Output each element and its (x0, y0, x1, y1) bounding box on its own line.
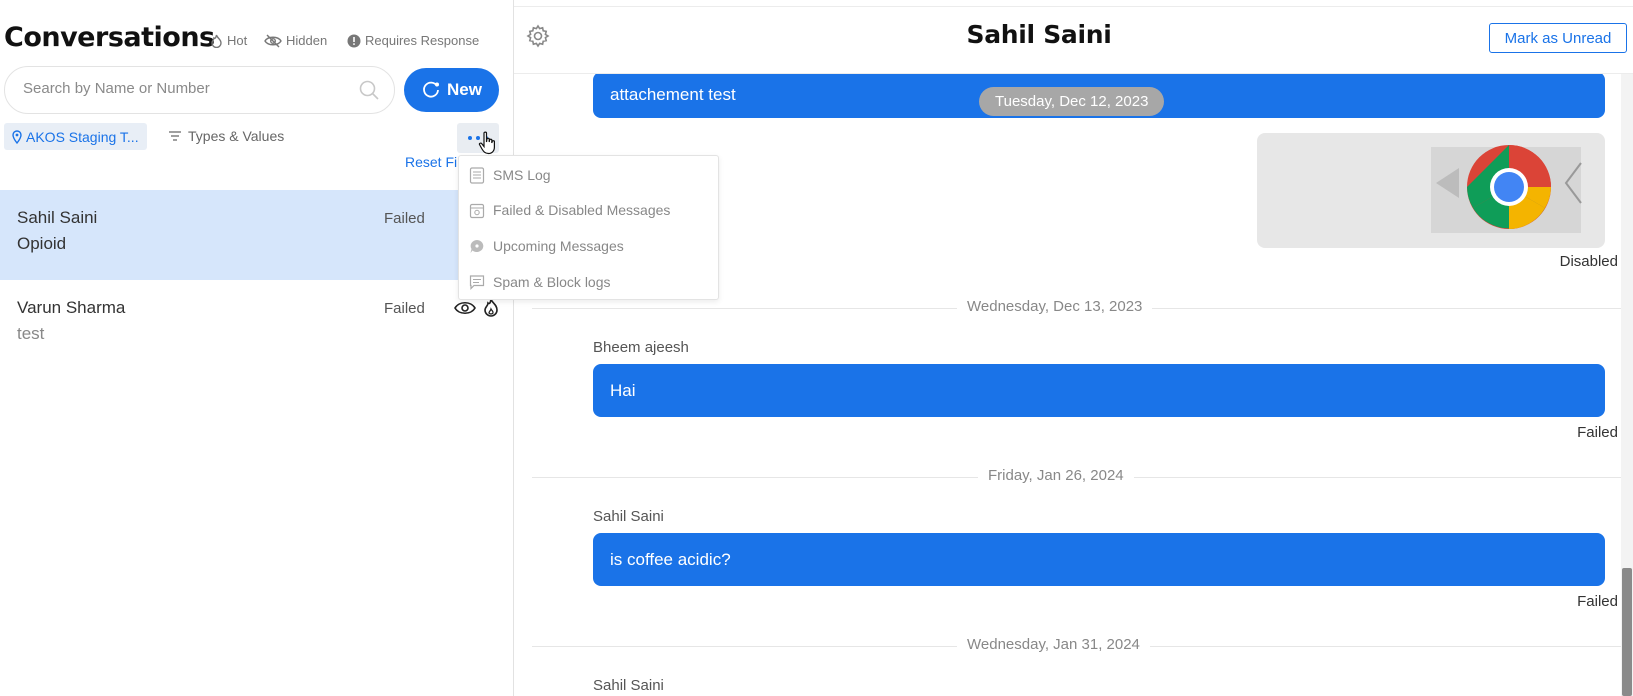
menu-item-sms-log[interactable]: SMS Log (469, 163, 551, 187)
message-bubble: is coffee acidic? (593, 533, 1605, 586)
page-title: Conversations (4, 22, 215, 53)
new-button-label: New (447, 80, 482, 99)
search-box (4, 66, 395, 114)
legend-hidden-label: Hidden (286, 33, 328, 48)
location-filter-label: AKOS Staging T... (26, 128, 139, 145)
types-values-filter[interactable]: Types & Values (168, 128, 284, 144)
legend-hidden: Hidden (264, 33, 327, 48)
location-pin-icon (12, 129, 22, 144)
menu-item-spam-block-logs[interactable]: Spam & Block logs (469, 270, 611, 294)
message-status: Failed (1577, 424, 1618, 441)
hand-cursor-icon (478, 131, 495, 155)
alert-circle-icon (347, 34, 361, 47)
location-filter-chip[interactable]: AKOS Staging T... (4, 123, 147, 150)
app-window: Conversations Hot Hidden Requires Respon… (0, 0, 1633, 696)
menu-item-label: Upcoming Messages (493, 238, 624, 254)
scrollbar-thumb[interactable] (1622, 568, 1632, 696)
image-attachment[interactable] (1257, 133, 1605, 248)
status-label: Failed (384, 300, 425, 317)
chat-title: Sahil Saini (966, 20, 1112, 49)
menu-item-label: SMS Log (493, 167, 551, 183)
new-conversation-button[interactable]: New (404, 68, 499, 112)
message-preview: test (17, 324, 45, 343)
chat-bubble-icon (470, 239, 484, 253)
sender-name: Sahil Saini (593, 677, 664, 694)
contact-name: Sahil Saini (17, 208, 98, 227)
search-icon[interactable] (358, 79, 380, 101)
conversations-panel: Conversations Hot Hidden Requires Respon… (0, 0, 514, 696)
dot-icon (468, 136, 472, 140)
legend-requires-response-label: Requires Response (365, 33, 480, 48)
date-divider: Wednesday, Dec 13, 2023 (957, 298, 1153, 315)
search-input[interactable] (23, 80, 343, 97)
types-filter-label: Types & Values (188, 128, 285, 144)
filter-icon (169, 131, 181, 141)
contact-name: Varun Sharma (17, 298, 126, 317)
reset-filters-link[interactable]: Reset Filters (405, 154, 457, 170)
menu-item-failed-disabled[interactable]: Failed & Disabled Messages (469, 198, 670, 222)
legend-hot-label: Hot (227, 33, 248, 48)
conversation-item[interactable]: Sahil Saini Opioid Failed (0, 190, 513, 280)
calendar-failed-icon (469, 203, 485, 218)
message-text: Hai (610, 380, 636, 400)
message-bubble: Hai (593, 364, 1605, 417)
sender-name: Sahil Saini (593, 508, 664, 525)
message-text: attachement test (610, 85, 736, 104)
message-preview: Opioid (17, 234, 67, 253)
date-divider: Friday, Jan 26, 2024 (978, 467, 1134, 484)
menu-item-label: Failed & Disabled Messages (493, 202, 671, 218)
menu-item-upcoming-messages[interactable]: Upcoming Messages (469, 234, 624, 258)
mark-as-unread-button[interactable]: Mark as Unread (1489, 23, 1627, 53)
status-label: Failed (384, 210, 425, 227)
date-divider: Wednesday, Jan 31, 2024 (957, 636, 1150, 653)
more-options-menu: SMS Log Failed & Disabled Messages Upcom… (458, 155, 719, 300)
chat-panel: Sahil Saini Mark as Unread attachement t… (514, 0, 1633, 696)
eye-off-icon (264, 34, 282, 47)
menu-item-label: Spam & Block logs (493, 274, 611, 290)
flame-icon (211, 34, 222, 48)
document-icon (469, 166, 485, 184)
message-square-icon (469, 274, 485, 290)
message-status: Disabled (1559, 253, 1618, 270)
message-text: is coffee acidic? (610, 549, 731, 569)
legend-hot: Hot (210, 33, 247, 48)
flame-icon[interactable] (483, 298, 499, 317)
legend-requires-response: Requires Response (347, 33, 479, 48)
new-chat-icon (423, 81, 440, 98)
conversation-item[interactable]: Varun Sharma test Failed (0, 280, 513, 370)
date-pill: Tuesday, Dec 12, 2023 (979, 87, 1165, 116)
message-status: Failed (1577, 593, 1618, 610)
eye-icon[interactable] (454, 300, 476, 316)
sender-name: Bheem ajeesh (593, 339, 689, 356)
chrome-logo-icon (1431, 145, 1582, 233)
